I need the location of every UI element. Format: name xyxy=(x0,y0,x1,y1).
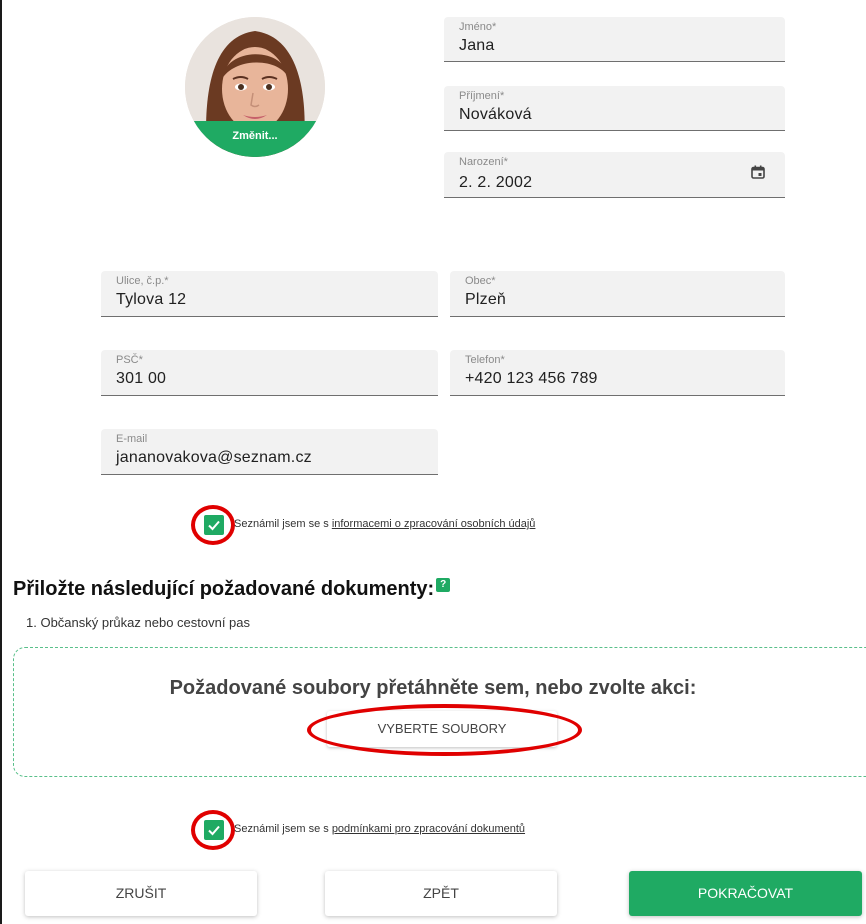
consent-text: Seznámil jsem se s xyxy=(234,823,332,835)
dropzone-title: Požadované soubory přetáhněte sem, nebo … xyxy=(169,677,697,699)
birth-date-value[interactable]: 2. 2. 2002 xyxy=(459,174,532,192)
continue-button[interactable]: POKRAČOVAT xyxy=(629,871,862,916)
personal-data-info-link[interactable]: informacemi o zpracování osobních údajů xyxy=(332,518,536,530)
documents-heading-text: Přiložte následující požadované dokument… xyxy=(13,578,435,600)
zip-label: PSČ* xyxy=(116,354,143,366)
documents-conditions-link[interactable]: podmínkami pro zpracování dokumentů xyxy=(332,823,525,835)
last-name-label: Příjmení* xyxy=(459,90,505,102)
street-label: Ulice, č.p.* xyxy=(116,275,169,287)
email-value[interactable]: jananovakova@seznam.cz xyxy=(116,449,312,467)
avatar: Změnit... xyxy=(185,17,325,157)
help-icon[interactable]: ? xyxy=(436,578,451,592)
phone-value[interactable]: +420 123 456 789 xyxy=(465,370,598,388)
first-name-label: Jméno* xyxy=(459,21,497,33)
last-name-value[interactable]: Nováková xyxy=(459,106,532,124)
last-name-field[interactable]: Příjmení* Nováková xyxy=(444,86,785,131)
documents-heading: Přiložte následující požadované dokument… xyxy=(13,578,451,601)
phone-field[interactable]: Telefon* +420 123 456 789 xyxy=(450,350,785,396)
street-value[interactable]: Tylova 12 xyxy=(116,291,186,309)
first-name-field[interactable]: Jméno* Jana xyxy=(444,17,785,62)
zip-field[interactable]: PSČ* 301 00 xyxy=(101,350,438,396)
birth-date-field[interactable]: Narození* 2. 2. 2002 xyxy=(444,152,785,198)
window-border xyxy=(0,0,2,924)
first-name-value[interactable]: Jana xyxy=(459,37,495,55)
back-button[interactable]: ZPĚT xyxy=(325,871,557,916)
phone-label: Telefon* xyxy=(465,354,505,366)
check-icon xyxy=(208,520,220,531)
document-list-item: 1. Občanský průkaz nebo cestovní pas xyxy=(26,615,251,630)
documents-consent-label: Seznámil jsem se s podmínkami pro zpraco… xyxy=(234,823,525,835)
documents-consent-checkbox[interactable] xyxy=(204,820,224,840)
city-field[interactable]: Obec* Plzeň xyxy=(450,271,785,317)
city-label: Obec* xyxy=(465,275,496,287)
email-label: E-mail xyxy=(116,433,148,445)
birth-date-label: Narození* xyxy=(459,156,508,168)
check-icon xyxy=(208,825,220,836)
personal-data-consent-label: Seznámil jsem se s informacemi o zpracov… xyxy=(234,518,535,530)
city-value[interactable]: Plzeň xyxy=(465,291,506,309)
zip-value[interactable]: 301 00 xyxy=(116,370,166,388)
cancel-button[interactable]: ZRUŠIT xyxy=(25,871,257,916)
select-files-button[interactable]: VYBERTE SOUBORY xyxy=(327,711,557,747)
personal-data-consent-checkbox[interactable] xyxy=(204,515,224,535)
calendar-icon[interactable] xyxy=(751,165,765,179)
email-field[interactable]: E-mail jananovakova@seznam.cz xyxy=(101,429,438,475)
change-photo-button[interactable]: Změnit... xyxy=(185,121,325,157)
consent-text: Seznámil jsem se s xyxy=(234,518,332,530)
street-field[interactable]: Ulice, č.p.* Tylova 12 xyxy=(101,271,438,317)
